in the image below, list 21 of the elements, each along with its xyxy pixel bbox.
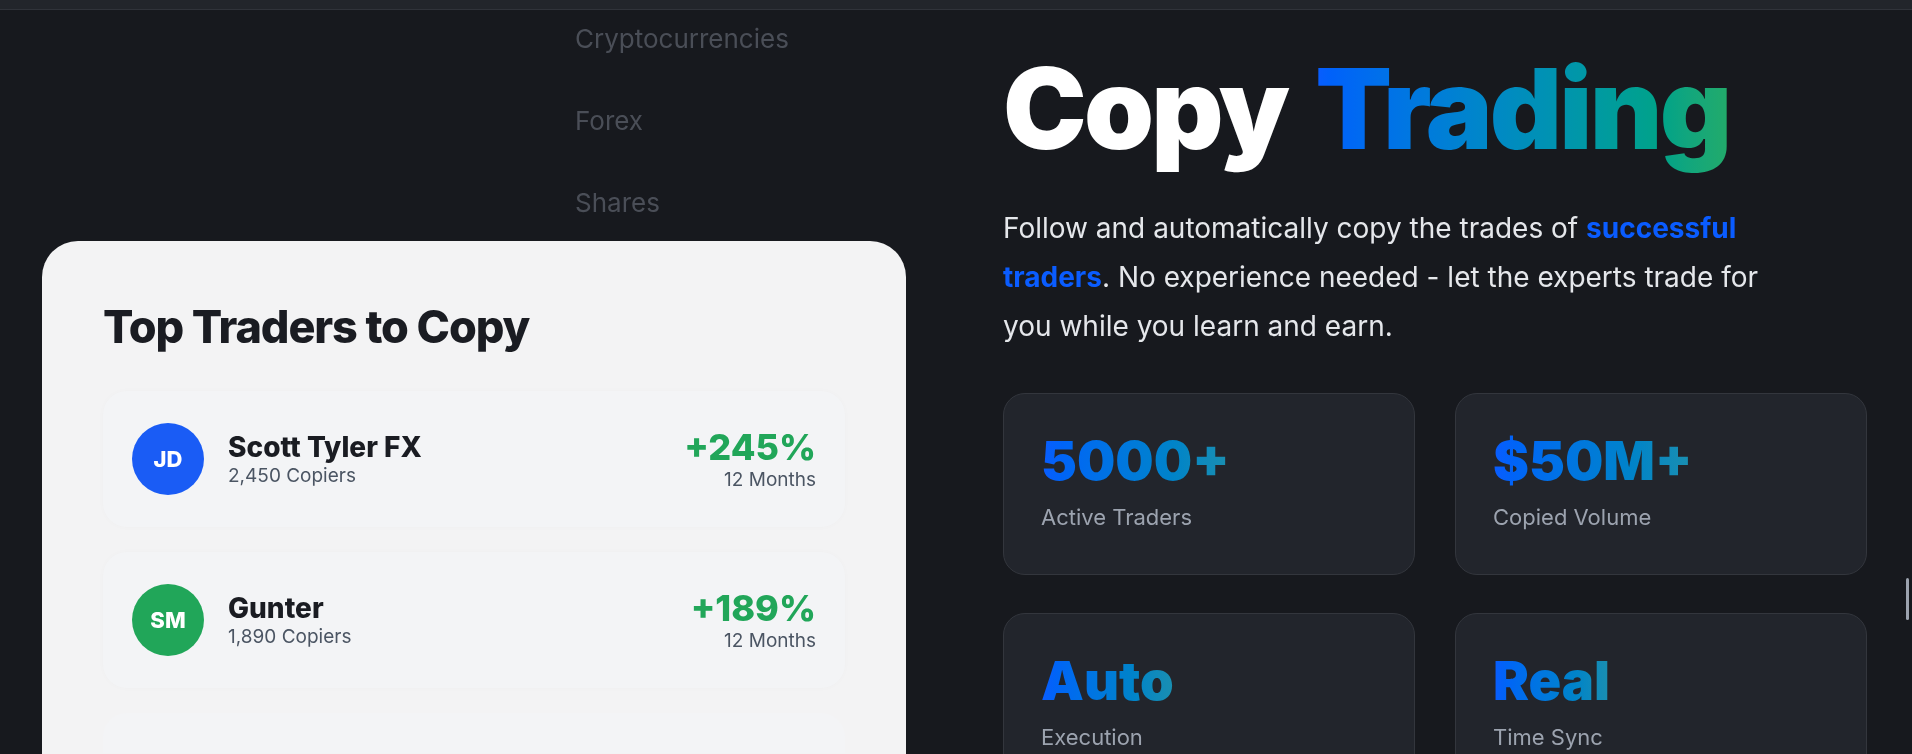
trader-name: Gunter xyxy=(228,591,324,625)
hero-description: Follow and automatically copy the trades of successful traders. No experience needed - let the experts trade for you while you learn and earn. xyxy=(1003,210,1760,345)
return-percentage: +245% xyxy=(684,426,816,468)
stat-label: Time Sync xyxy=(1493,723,1603,751)
period-label: 12 Months xyxy=(724,468,816,492)
background-label: Cryptocurrencies xyxy=(575,22,789,56)
copiers-count: 1,890 Copiers xyxy=(228,625,352,649)
card-title: Top Traders to Copy xyxy=(103,299,530,355)
avatar: SM xyxy=(132,584,204,656)
stat-label: Active Traders xyxy=(1041,503,1192,531)
stat-label: Copied Volume xyxy=(1493,503,1652,531)
hero-title: Copy xyxy=(1003,39,1288,178)
scrollbar-thumb[interactable] xyxy=(1906,578,1909,620)
period-label: 12 Months xyxy=(724,629,816,653)
return-percentage: +189% xyxy=(690,587,816,629)
copiers-count: 2,450 Copiers xyxy=(228,464,356,488)
background-label: Shares xyxy=(575,186,660,220)
avatar: JD xyxy=(132,423,204,495)
stat-label: Execution xyxy=(1041,723,1143,751)
trader-name: Scott Tyler FX xyxy=(228,430,422,464)
background-label: Forex xyxy=(575,104,644,138)
